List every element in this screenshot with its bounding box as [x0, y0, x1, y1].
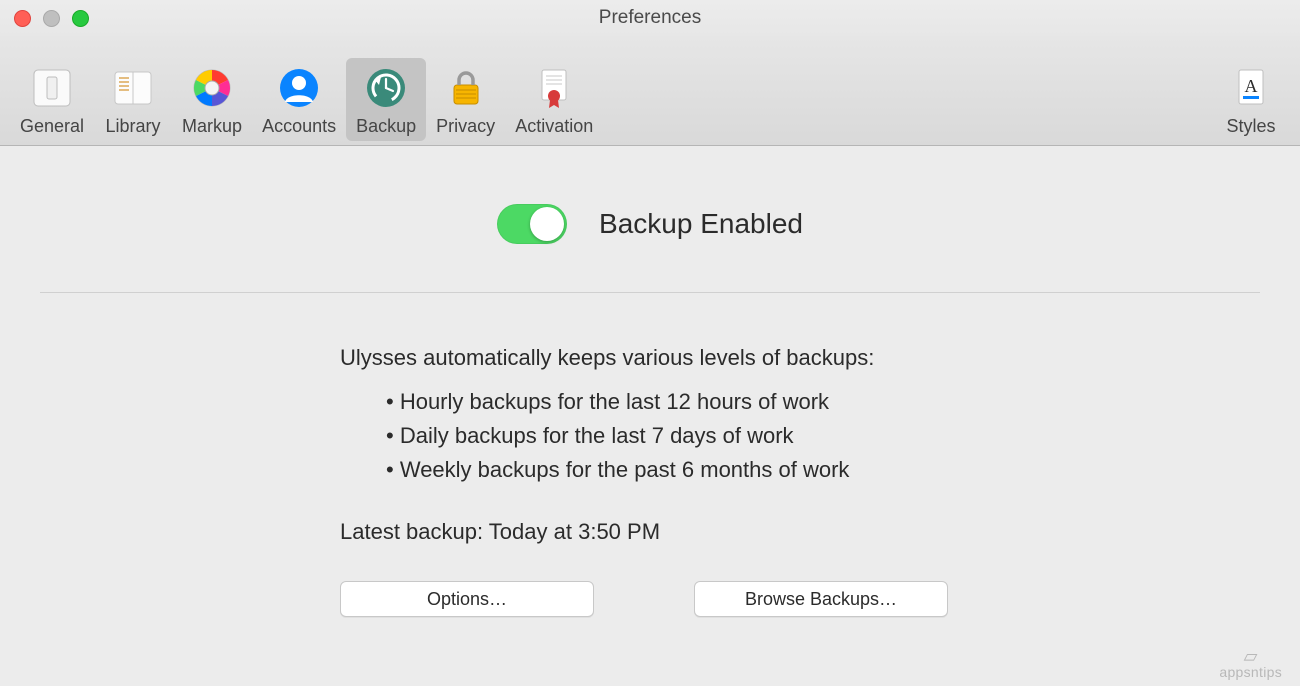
privacy-icon	[442, 64, 490, 112]
tab-backup[interactable]: Backup	[346, 58, 426, 141]
window-title: Preferences	[599, 7, 701, 29]
backup-toggle[interactable]	[497, 204, 567, 244]
svg-text:A: A	[1245, 76, 1258, 96]
tab-label: Backup	[356, 116, 416, 137]
window-controls	[14, 10, 89, 27]
browse-backups-button[interactable]: Browse Backups…	[694, 581, 948, 617]
styles-icon: A	[1227, 64, 1275, 112]
tab-privacy[interactable]: Privacy	[426, 58, 505, 141]
general-icon	[28, 64, 76, 112]
zoom-icon[interactable]	[72, 10, 89, 27]
markup-icon	[188, 64, 236, 112]
library-icon	[109, 64, 157, 112]
close-icon[interactable]	[14, 10, 31, 27]
tab-accounts[interactable]: Accounts	[252, 58, 346, 141]
backup-pane: Backup Enabled Ulysses automatically kee…	[0, 146, 1300, 617]
backup-toggle-label: Backup Enabled	[599, 208, 803, 240]
preferences-toolbar: General Library	[0, 36, 1300, 146]
toggle-knob	[530, 207, 564, 241]
divider	[40, 292, 1260, 293]
tab-library[interactable]: Library	[94, 58, 172, 141]
titlebar: Preferences	[0, 0, 1300, 36]
tab-label: Accounts	[262, 116, 336, 137]
tab-label: General	[20, 116, 84, 137]
tab-markup[interactable]: Markup	[172, 58, 252, 141]
minimize-icon[interactable]	[43, 10, 60, 27]
list-item: Hourly backups for the last 12 hours of …	[386, 385, 960, 419]
latest-backup-label: Latest backup: Today at 3:50 PM	[340, 515, 960, 549]
tab-label: Privacy	[436, 116, 495, 137]
tab-activation[interactable]: Activation	[505, 58, 603, 141]
backup-description: Ulysses automatically keeps various leve…	[340, 341, 960, 375]
backup-schedule-list: Hourly backups for the last 12 hours of …	[340, 385, 960, 487]
accounts-icon	[275, 64, 323, 112]
activation-icon	[530, 64, 578, 112]
tab-label: Styles	[1226, 116, 1275, 137]
tab-label: Activation	[515, 116, 593, 137]
watermark: ▱ appsntips	[1219, 646, 1282, 680]
tab-styles[interactable]: A Styles	[1212, 58, 1290, 141]
backup-icon	[362, 64, 410, 112]
options-button[interactable]: Options…	[340, 581, 594, 617]
list-item: Daily backups for the last 7 days of wor…	[386, 419, 960, 453]
tab-general[interactable]: General	[10, 58, 94, 141]
list-item: Weekly backups for the past 6 months of …	[386, 453, 960, 487]
tab-label: Markup	[182, 116, 242, 137]
tab-label: Library	[106, 116, 161, 137]
